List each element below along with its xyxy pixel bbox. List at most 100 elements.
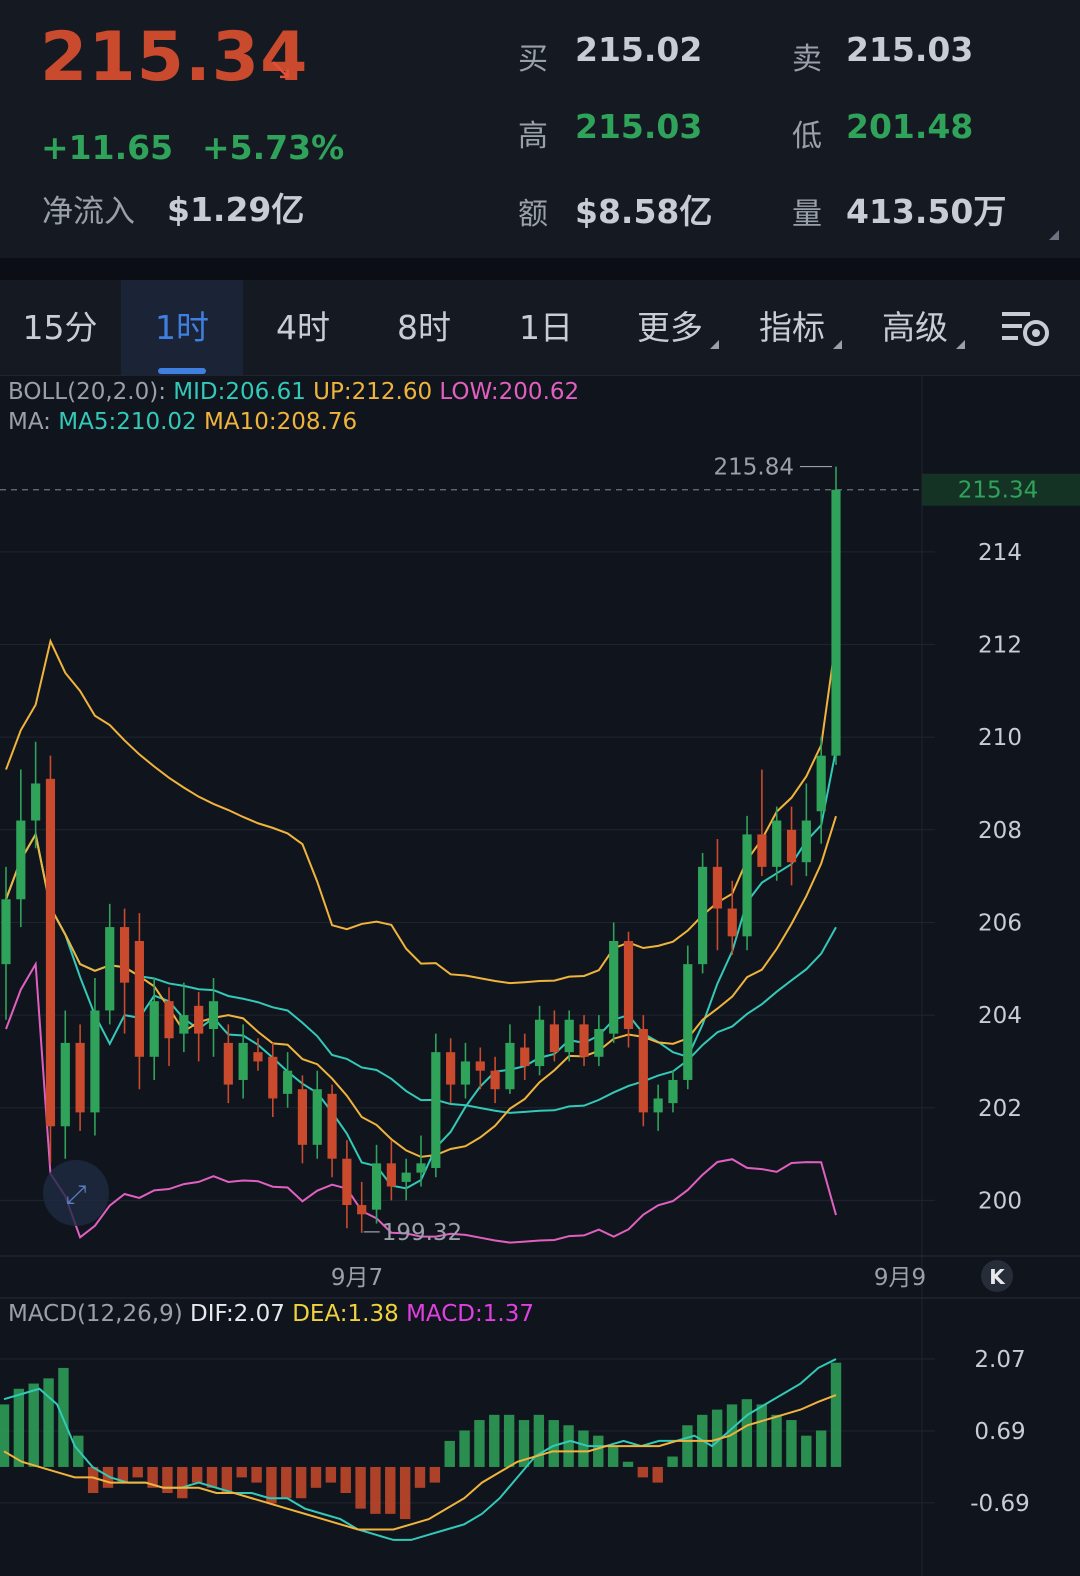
candle-body xyxy=(712,866,723,909)
boll-mid-line xyxy=(5,831,837,1114)
volume-label: 量 xyxy=(792,197,822,232)
tab-advanced[interactable]: 高级 xyxy=(855,280,975,375)
chart-settings-icon[interactable] xyxy=(1000,306,1052,350)
macd-bar xyxy=(87,1466,99,1494)
candle-body xyxy=(1,899,11,965)
macd-bar xyxy=(771,1414,782,1467)
candle-body xyxy=(119,927,130,983)
candle-body xyxy=(623,940,634,1029)
ma5-line xyxy=(5,749,837,1190)
candle-body xyxy=(238,1042,248,1080)
candle-body xyxy=(327,1093,337,1159)
y-tick-label: 212 xyxy=(978,632,1022,658)
candle-body xyxy=(194,1005,204,1034)
candle-body xyxy=(45,778,56,1127)
candle-body xyxy=(742,834,752,937)
expand-corner-icon[interactable] xyxy=(1049,230,1059,240)
tab-8hour[interactable]: 8时 xyxy=(364,280,484,375)
amount-value: $8.58亿 xyxy=(575,192,713,231)
macd-bar xyxy=(340,1466,351,1494)
macd-bar xyxy=(459,1430,470,1467)
candle-body xyxy=(431,1052,441,1168)
candle-body xyxy=(505,1042,515,1090)
low-label: 低 xyxy=(792,119,822,154)
macd-bar xyxy=(563,1425,574,1467)
candle-body xyxy=(105,927,115,1011)
y-tick-label: 204 xyxy=(978,1003,1022,1029)
macd-bar xyxy=(132,1466,143,1478)
boll-upper-line xyxy=(5,638,837,985)
macd-bar xyxy=(637,1466,649,1478)
tab-15min[interactable]: 15分 xyxy=(0,280,120,375)
macd-bar xyxy=(682,1425,693,1467)
macd-bar xyxy=(325,1466,337,1483)
bid-value: 215.02 xyxy=(575,30,703,69)
candle-body xyxy=(357,1205,367,1215)
candle-body xyxy=(549,1024,559,1053)
candle-body xyxy=(283,1070,293,1094)
candle-body xyxy=(90,1010,100,1113)
expand-arrows-icon[interactable]: ⤢ xyxy=(66,1180,87,1210)
candle-body xyxy=(342,1158,352,1206)
candle-body xyxy=(609,940,619,1034)
y-tick-label: 206 xyxy=(978,910,1022,936)
candle-body xyxy=(312,1089,322,1145)
macd-bar xyxy=(830,1362,842,1467)
macd-bar xyxy=(43,1378,54,1467)
candle-body xyxy=(134,940,144,1057)
active-tab-indicator xyxy=(158,368,206,374)
candle-body xyxy=(638,1028,648,1113)
macd-bar xyxy=(0,1404,10,1467)
macd-bar xyxy=(756,1404,767,1467)
tab-indicators[interactable]: 指标 xyxy=(732,280,852,375)
net-inflow-value: $1.29亿 xyxy=(167,190,305,229)
candle-body xyxy=(253,1052,263,1062)
macd-bar xyxy=(414,1466,426,1488)
candle-body xyxy=(446,1052,456,1085)
candle-body xyxy=(416,1163,426,1173)
y-tick-label: 202 xyxy=(978,1096,1022,1122)
tab-1hour[interactable]: 1时 xyxy=(121,280,243,375)
divider xyxy=(0,258,1080,280)
macd-bar xyxy=(177,1466,188,1499)
candle-body xyxy=(386,1163,396,1187)
candle-body xyxy=(594,1028,604,1057)
scroll-to-latest-icon[interactable]: K xyxy=(989,1265,1006,1289)
macd-bar xyxy=(295,1466,307,1499)
macd-bar xyxy=(622,1461,634,1467)
macd-bar xyxy=(786,1420,797,1467)
current-price-tag: 215.34 xyxy=(958,478,1038,504)
macd-bar xyxy=(801,1435,812,1467)
candle-body xyxy=(757,834,767,867)
macd-bar xyxy=(310,1466,322,1488)
dropdown-corner-icon xyxy=(833,340,842,349)
candle-body xyxy=(520,1047,530,1067)
tab-1day[interactable]: 1日 xyxy=(486,280,606,375)
candle-body xyxy=(801,820,811,863)
candle-body xyxy=(371,1163,382,1210)
macd-bar xyxy=(652,1466,663,1483)
candle-body xyxy=(579,1024,589,1057)
macd-bar xyxy=(533,1414,545,1467)
tab-more[interactable]: 更多 xyxy=(610,280,730,375)
macd-dif-line xyxy=(3,1358,837,1541)
ma10-line xyxy=(5,815,837,1158)
candle-body xyxy=(564,1019,574,1053)
macd-bar xyxy=(370,1466,381,1514)
down-right-arrow-icon: ↘ xyxy=(268,52,294,87)
candle-body xyxy=(401,1172,411,1182)
candle-body xyxy=(179,1015,189,1034)
price-chart[interactable]: 214 212 210 208 206 204 202 200 215.34 215.84 199.… xyxy=(0,376,1080,1576)
candle-body xyxy=(149,1001,159,1057)
ask-label: 卖 xyxy=(792,42,822,77)
macd-bar xyxy=(444,1440,455,1467)
macd-bar xyxy=(667,1456,678,1467)
price-change-percent: +5.73% xyxy=(202,128,345,167)
volume-value: 413.50万 xyxy=(846,192,1007,231)
min-price-label: 199.32 xyxy=(382,1220,462,1246)
tab-4hour[interactable]: 4时 xyxy=(243,280,363,375)
macd-bar xyxy=(162,1466,173,1494)
macd-bar xyxy=(28,1383,39,1467)
macd-tick-label: -0.69 xyxy=(970,1491,1030,1517)
low-value: 201.48 xyxy=(846,107,974,146)
